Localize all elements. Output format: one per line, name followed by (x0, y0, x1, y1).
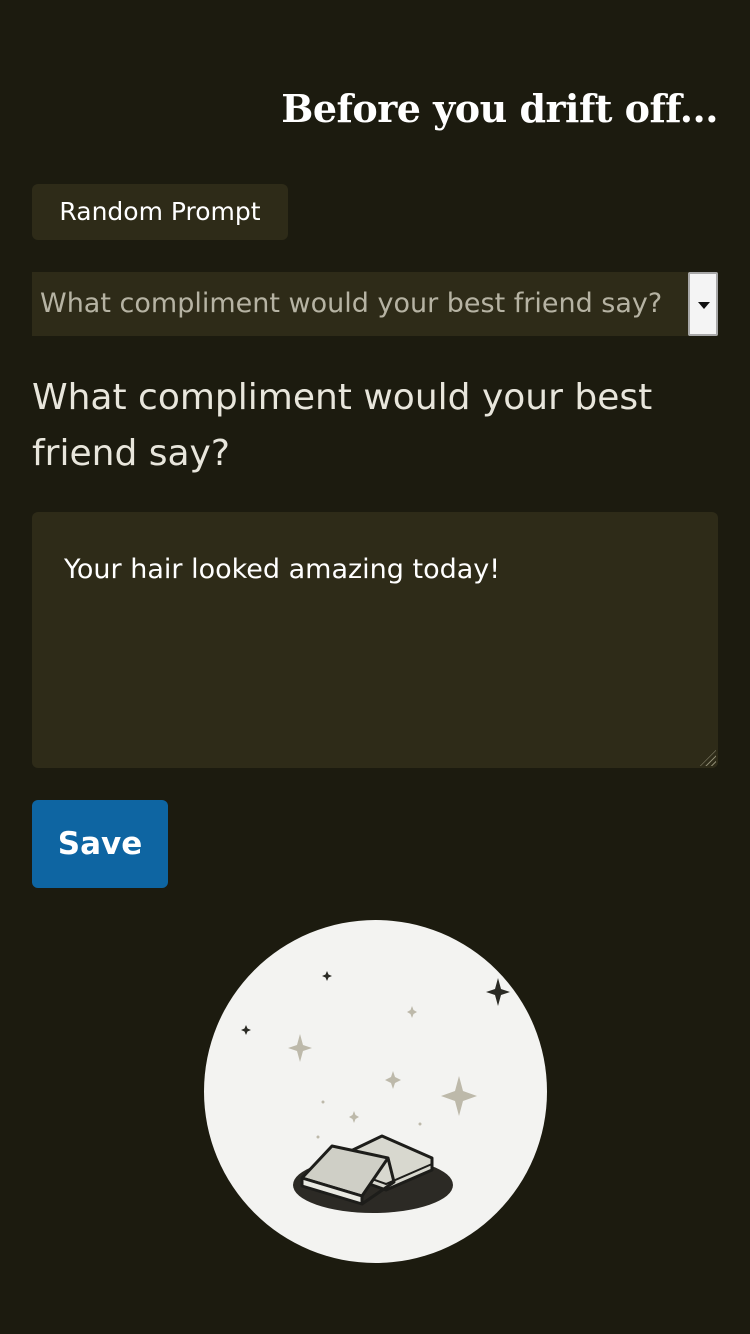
sparkle-icon (322, 971, 332, 981)
sparkle-icon (407, 1006, 417, 1018)
resize-handle-icon[interactable] (700, 750, 716, 766)
books-sparkles-illustration (204, 920, 547, 1263)
sparkle-icon (241, 1025, 251, 1035)
sparkle-icon (288, 1034, 312, 1062)
prompt-select-value: What compliment would your best friend s… (40, 288, 663, 319)
page-title: Before you drift off... (281, 86, 718, 131)
journal-entry-textarea[interactable]: Your hair looked amazing today! (32, 512, 718, 768)
chevron-down-icon[interactable] (688, 272, 718, 336)
books-sparkles-icon (241, 971, 510, 1213)
sparkle-icon (349, 1111, 359, 1123)
prompt-select[interactable]: What compliment would your best friend s… (32, 272, 718, 336)
save-button[interactable]: Save (32, 800, 168, 888)
sparkle-icon (441, 1076, 477, 1116)
sparkle-icon (385, 1071, 401, 1089)
prompt-question: What compliment would your best friend s… (32, 377, 653, 474)
random-prompt-button[interactable]: Random Prompt (32, 184, 288, 240)
journal-entry-text: Your hair looked amazing today! (64, 554, 501, 585)
sparkle-icon (486, 978, 510, 1006)
